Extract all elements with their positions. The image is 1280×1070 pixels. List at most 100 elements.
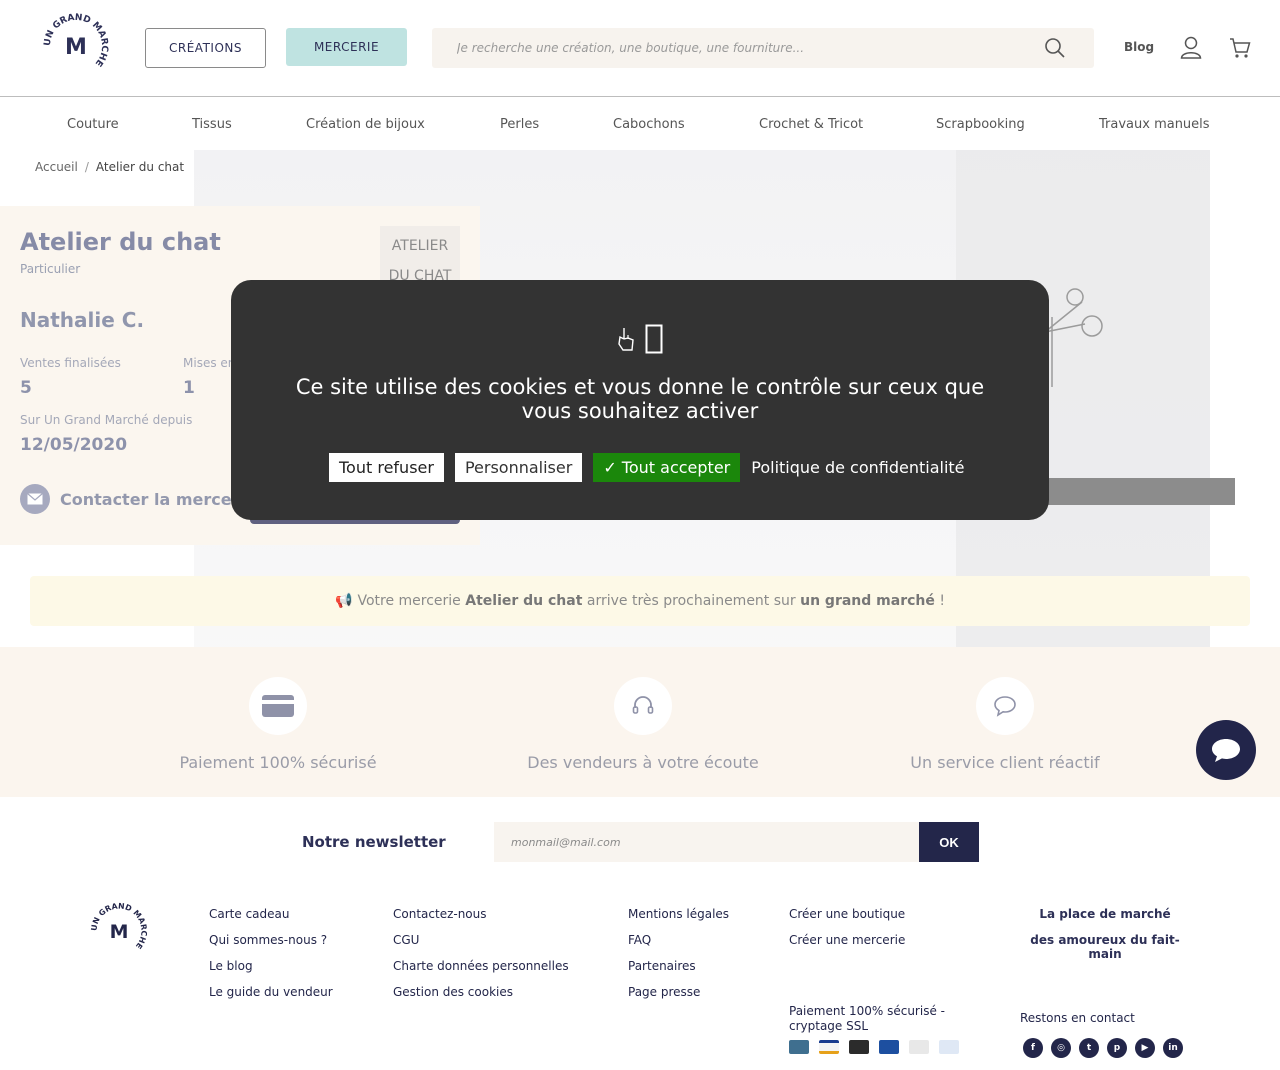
newsletter-submit-button[interactable]: OK — [919, 822, 979, 862]
announce-brand: un grand marché — [800, 593, 935, 609]
footer-link-partenaires[interactable]: Partenaires — [628, 959, 696, 973]
cookie-glyph-icon — [645, 324, 663, 354]
footer-link-faq[interactable]: FAQ — [628, 933, 651, 947]
newsletter-title: Notre newsletter — [302, 833, 446, 851]
payment-cards — [789, 1040, 959, 1054]
announcement-banner: 📢 Votre mercerie Atelier du chat arrive … — [30, 576, 1250, 626]
linkedin-icon[interactable]: in — [1163, 1038, 1183, 1058]
nav-item-cabochons[interactable]: Cabochons — [613, 117, 685, 132]
shop-type: Particulier — [20, 262, 81, 276]
twitter-icon[interactable]: t — [1079, 1038, 1099, 1058]
category-nav: Couture Tissus Création de bijoux Perles… — [0, 97, 1280, 155]
cb-card-icon — [789, 1040, 809, 1054]
site-header: UN GRAND MARCHE M CRÉATIONS MERCERIE Blo… — [0, 0, 1280, 97]
nav-item-tissus[interactable]: Tissus — [192, 117, 232, 132]
footer-link-cgu[interactable]: CGU — [393, 933, 419, 947]
refuse-all-button[interactable]: Tout refuser — [329, 453, 444, 482]
nav-item-scrapbooking[interactable]: Scrapbooking — [936, 117, 1025, 132]
contact-shop-button[interactable]: Contacter la merceri — [20, 484, 245, 514]
feature-service-label: Un service client réactif — [910, 753, 1100, 772]
footer-link-mentions[interactable]: Mentions légales — [628, 907, 729, 921]
breadcrumb: Accueil / Atelier du chat — [35, 160, 184, 174]
nav-item-bijoux[interactable]: Création de bijoux — [306, 117, 425, 132]
sales-value: 5 — [20, 378, 32, 398]
cookie-message: Ce site utilise des cookies et vous donn… — [295, 375, 985, 423]
feature-payment-label: Paiement 100% sécurisé — [179, 753, 377, 772]
sales-label: Ventes finalisées — [20, 356, 121, 370]
footer-link-cookies[interactable]: Gestion des cookies — [393, 985, 513, 999]
nav-item-travaux[interactable]: Travaux manuels — [1099, 117, 1210, 132]
nav-item-couture[interactable]: Couture — [67, 117, 119, 132]
footer-logo-icon[interactable]: UN GRAND MARCHE M — [88, 900, 150, 962]
breadcrumb-current: Atelier du chat — [95, 160, 185, 174]
footer-link-creer-mercerie[interactable]: Créer une mercerie — [789, 933, 905, 947]
search-icon[interactable] — [1044, 37, 1066, 59]
paypal-icon — [939, 1040, 959, 1054]
contact-shop-label: Contacter la merceri — [60, 489, 245, 509]
pinterest-icon[interactable]: p — [1107, 1038, 1127, 1058]
cookie-modal-icons — [231, 324, 1049, 354]
footer-tagline-2: des amoureux du fait-main — [1030, 933, 1180, 961]
banner-strip — [1040, 478, 1235, 505]
pointing-hand-icon — [618, 328, 634, 351]
feature-sellers-label: Des vendeurs à votre écoute — [527, 753, 759, 772]
accept-all-button[interactable]: ✓ Tout accepter — [593, 453, 741, 482]
footer-link-blog[interactable]: Le blog — [209, 959, 253, 973]
announce-prefix: Votre mercerie — [357, 593, 461, 609]
visa-card-icon — [819, 1040, 839, 1054]
footer-link-presse[interactable]: Page presse — [628, 985, 700, 999]
megaphone-icon: 📢 — [335, 593, 353, 609]
shop-name: Atelier du chat — [20, 228, 221, 256]
cart-icon[interactable] — [1229, 37, 1251, 59]
feature-payment: Paiement 100% sécurisé — [128, 677, 428, 772]
listings-value: 1 — [183, 378, 195, 398]
blog-link[interactable]: Blog — [1124, 40, 1154, 54]
privacy-policy-link[interactable]: Politique de confidentialité — [751, 458, 964, 477]
since-label: Sur Un Grand Marché depuis — [20, 413, 193, 427]
chat-button[interactable] — [1196, 720, 1256, 780]
customize-button[interactable]: Personnaliser — [454, 453, 583, 482]
breadcrumb-separator: / — [84, 160, 89, 174]
headset-icon — [614, 677, 672, 735]
listings-label: Mises en — [183, 356, 236, 370]
user-icon[interactable] — [1180, 36, 1202, 60]
footer-tagline-1: La place de marché — [1039, 907, 1171, 921]
maestro-card-icon — [879, 1040, 899, 1054]
mercerie-button[interactable]: MERCERIE — [286, 28, 407, 66]
mail-icon — [20, 484, 50, 514]
footer-contact-title: Restons en contact — [1020, 1011, 1135, 1025]
facebook-icon[interactable]: f — [1023, 1038, 1043, 1058]
youtube-icon[interactable]: ▶ — [1135, 1038, 1155, 1058]
footer-link-charte[interactable]: Charte données personnelles — [393, 959, 569, 973]
feature-service: Un service client réactif — [855, 677, 1155, 772]
newsletter-email-input[interactable] — [494, 822, 919, 862]
search-bar — [432, 28, 1094, 68]
creations-button[interactable]: CRÉATIONS — [145, 28, 266, 68]
credit-card-icon — [249, 677, 307, 735]
instagram-icon[interactable]: ◎ — [1051, 1038, 1071, 1058]
feature-sellers: Des vendeurs à votre écoute — [493, 677, 793, 772]
speech-bubble-icon — [976, 677, 1034, 735]
footer-link-carte-cadeau[interactable]: Carte cadeau — [209, 907, 289, 921]
since-value: 12/05/2020 — [20, 435, 128, 455]
payment-security-text: Paiement 100% sécurisé - cryptage SSL — [789, 1004, 945, 1033]
footer-link-contact[interactable]: Contactez-nous — [393, 907, 487, 921]
cookie-consent-modal: Ce site utilise des cookies et vous donn… — [231, 280, 1049, 520]
footer-link-qui-sommes-nous[interactable]: Qui sommes-nous ? — [209, 933, 327, 947]
nav-item-crochet[interactable]: Crochet & Tricot — [759, 117, 863, 132]
footer-link-guide-vendeur[interactable]: Le guide du vendeur — [209, 985, 333, 999]
breadcrumb-home[interactable]: Accueil — [35, 160, 78, 174]
logo-icon[interactable]: UN GRAND MARCHE M — [40, 10, 112, 82]
mastercard-icon — [849, 1040, 869, 1054]
shop-logo-line-1: ATELIER — [391, 238, 449, 254]
footer-link-creer-boutique[interactable]: Créer une boutique — [789, 907, 905, 921]
bancontact-card-icon — [909, 1040, 929, 1054]
search-input[interactable] — [432, 28, 1032, 68]
social-links: f ◎ t p ▶ in — [1023, 1038, 1183, 1058]
chat-icon — [1212, 739, 1240, 762]
nav-item-perles[interactable]: Perles — [500, 117, 539, 132]
announce-middle: arrive très prochainement sur — [586, 593, 796, 609]
features-strip: Paiement 100% sécurisé Des vendeurs à vo… — [0, 647, 1280, 797]
announce-suffix: ! — [939, 593, 945, 609]
owner-name: Nathalie C. — [20, 308, 145, 332]
